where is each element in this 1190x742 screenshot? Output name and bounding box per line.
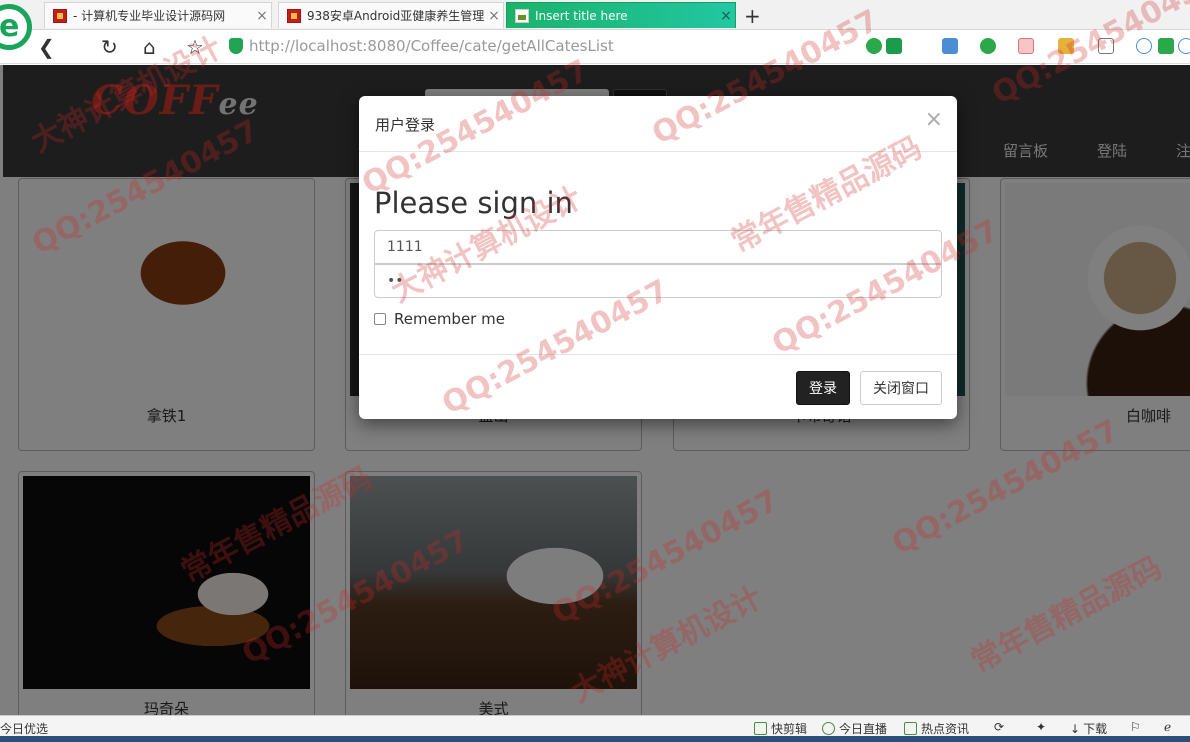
tab-source-site[interactable]: - 计算机专业毕业设计源码网 × [44,2,272,28]
speed-icon[interactable] [866,38,882,54]
status-hot-news[interactable]: 热点资讯 [904,720,969,737]
status-live[interactable]: 今日直播 [822,720,887,737]
reload-icon[interactable]: ↻ [101,36,118,58]
home-icon[interactable]: ⌂ [143,36,156,58]
ie-icon[interactable]: ℯ [1164,720,1171,734]
security-shield-icon [229,38,243,54]
download-icon: ↓ [1070,721,1081,736]
pin-icon[interactable]: ✦ [1036,720,1046,734]
close-tab-icon[interactable]: × [485,8,503,24]
live-icon [822,722,835,735]
favorite-star-icon[interactable]: ☆ [186,36,204,58]
url-field[interactable]: http://localhost:8080/Coffee/cate/getAll… [249,37,614,55]
modal-title: 用户登录 [375,116,436,134]
refresh-icon[interactable]: ⟳ [994,720,1004,734]
tab-android-project[interactable]: 938安卓Android亚健康养生管理 × [278,2,504,28]
modal-divider [359,151,957,152]
apps-icon[interactable] [942,38,958,54]
close-tab-icon[interactable]: × [717,8,735,24]
site-favicon-icon [287,8,301,23]
play-icon [754,722,767,735]
news-icon [904,722,917,735]
status-today-picks[interactable]: 今日优选 [0,720,48,737]
close-window-button[interactable]: 关闭窗口 [860,371,942,405]
zoom-icon[interactable] [1136,38,1152,54]
status-quick-edit[interactable]: 快剪辑 [754,720,807,737]
sign-in-heading: Please sign in [374,186,573,220]
back-icon[interactable]: ❮ [38,36,55,58]
remember-checkbox[interactable] [374,313,386,325]
new-tab-button[interactable]: + [744,4,761,28]
page-viewport: COFFee 留言板 登陆 注 拿铁1 蓝山 卡布奇诺 白咖啡 玛奇朵 美式 用… [0,65,1190,715]
password-input[interactable] [374,264,942,298]
remember-label: Remember me [394,310,505,328]
screenshot-icon[interactable] [1058,38,1074,54]
username-input[interactable] [374,230,942,264]
login-button[interactable]: 登录 [796,371,850,405]
page-favicon-icon [515,8,529,23]
minus-icon[interactable] [1178,38,1190,54]
tab-title: Insert title here [535,8,628,23]
site-favicon-icon [53,8,67,23]
lightning-icon[interactable] [886,38,902,54]
close-icon[interactable]: × [925,109,943,131]
close-tab-icon[interactable]: × [253,8,271,24]
tab-title: 938安卓Android亚健康养生管理 [307,9,485,23]
wallet-icon[interactable] [980,38,996,54]
modal-divider [359,354,957,355]
status-download[interactable]: ↓ 下载 [1070,720,1107,737]
translate-icon[interactable] [1018,38,1034,54]
tab-title: - 计算机专业毕业设计源码网 [73,9,226,23]
tab-insert-title[interactable]: Insert title here × [506,2,736,28]
remember-me[interactable]: Remember me [374,310,505,328]
reader-icon[interactable] [1158,38,1174,54]
gamepad-icon[interactable] [1098,38,1114,54]
browser-tab-strip: - 计算机专业毕业设计源码网 × 938安卓Android亚健康养生管理 × I… [0,0,1190,30]
flag-icon[interactable]: ⚐ [1130,720,1141,734]
login-modal: 用户登录 × Please sign in Remember me 登录 关闭窗… [359,96,957,419]
address-bar: ❮ ↻ ⌂ ☆ http://localhost:8080/Coffee/cat… [0,30,1190,64]
taskbar-strip [0,736,1190,742]
